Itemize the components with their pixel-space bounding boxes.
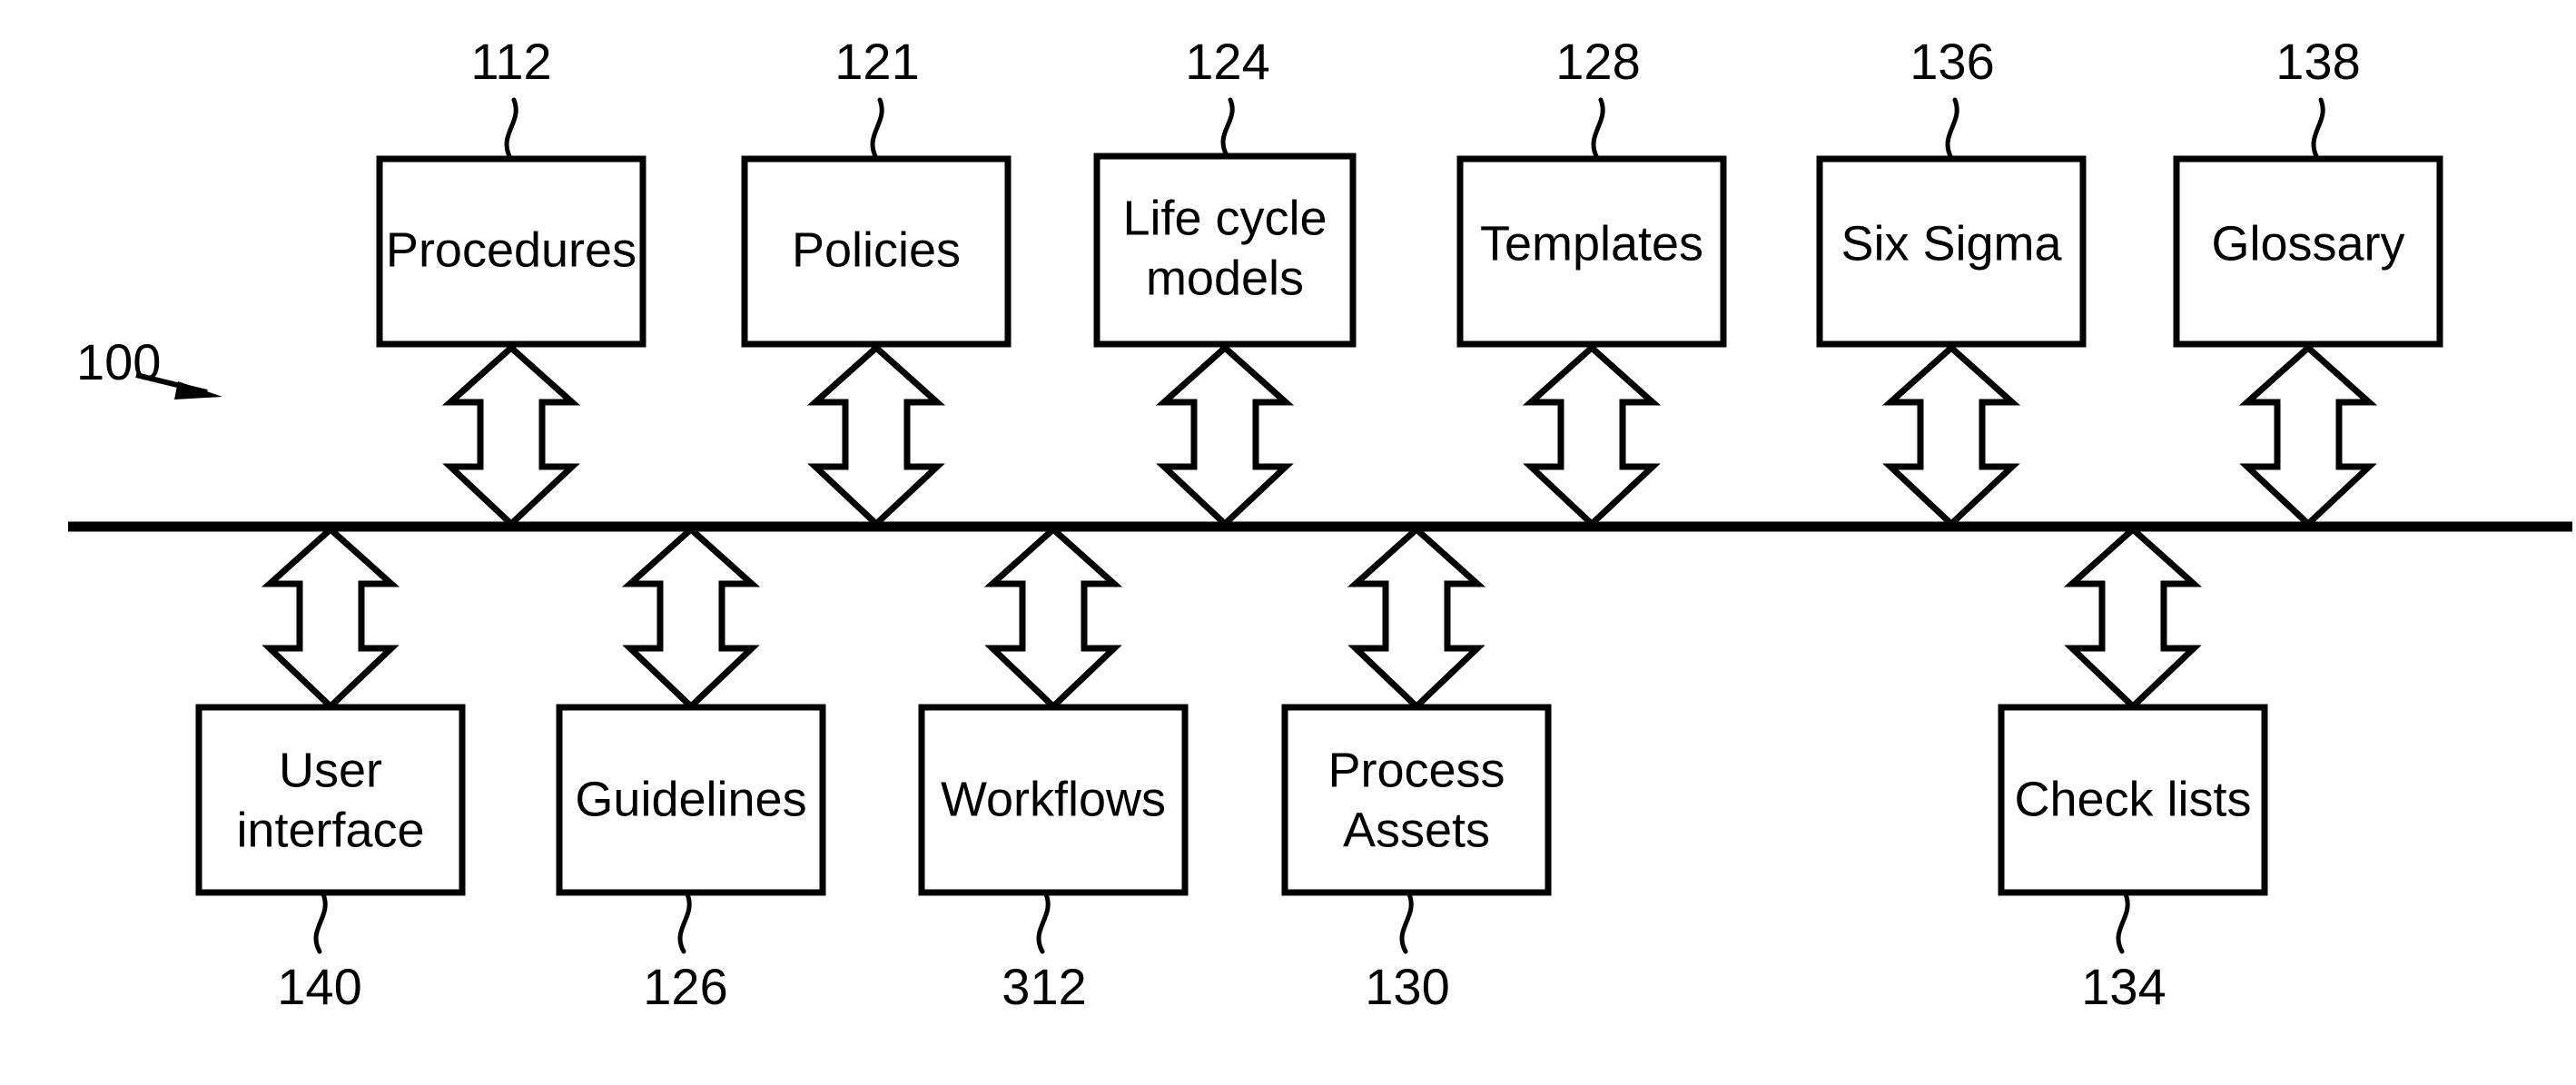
leader-line-136: [1945, 97, 1959, 161]
node-policies[interactable]: 121 Policies: [741, 33, 1012, 528]
leader-line-312: [1036, 892, 1051, 954]
leader-line-126: [677, 892, 692, 954]
node-templates[interactable]: 128 Templates: [1456, 33, 1727, 528]
box-label-six-sigma: Six Sigma: [1841, 216, 2062, 271]
node-glossary[interactable]: 138 Glossary: [2173, 33, 2443, 528]
ref-label-130: 130: [1365, 958, 1449, 1015]
figure-ref-callout: 100: [76, 333, 222, 399]
double-arrow-policies: [806, 343, 946, 528]
double-arrow-check-lists: [2063, 525, 2203, 711]
box-label-user-interface-line2: interface: [236, 803, 424, 857]
box-label-user-interface-line1: User: [279, 743, 382, 797]
double-arrow-process-assets: [1347, 525, 1486, 711]
leader-line-121: [870, 97, 884, 161]
ref-label-140: 140: [277, 958, 361, 1015]
ref-label-126: 126: [643, 958, 727, 1015]
figure-canvas: 100 112 Procedures 121 Policies 124 Life…: [0, 0, 2576, 1085]
box-label-glossary: Glossary: [2211, 216, 2404, 271]
patent-figure-svg: 100 112 Procedures 121 Policies 124 Life…: [68, 33, 2572, 1015]
node-process-assets[interactable]: Process Assets 130: [1281, 525, 1552, 1015]
ref-label-128: 128: [1555, 33, 1640, 90]
double-arrow-procedures: [441, 343, 581, 528]
box-label-policies: Policies: [792, 222, 961, 277]
double-arrow-templates: [1522, 343, 1662, 528]
double-arrow-workflows: [983, 525, 1123, 711]
node-life-cycle-models[interactable]: 124 Life cycle models: [1093, 33, 1357, 528]
leader-line-130: [1399, 892, 1414, 954]
leader-line-138: [2311, 97, 2325, 161]
node-workflows[interactable]: Workflows 312: [918, 525, 1189, 1015]
leader-line-140: [313, 892, 328, 954]
double-arrow-six-sigma: [1881, 343, 2021, 528]
double-arrow-guidelines: [621, 525, 761, 711]
node-six-sigma[interactable]: 136 Six Sigma: [1816, 33, 2087, 528]
box-label-check-lists: Check lists: [2014, 772, 2251, 826]
ref-label-124: 124: [1185, 33, 1269, 90]
ref-label-134: 134: [2081, 958, 2166, 1015]
node-check-lists[interactable]: Check lists 134: [1998, 525, 2268, 1015]
node-procedures[interactable]: 112 Procedures: [376, 33, 646, 528]
double-arrow-life-cycle-models: [1155, 343, 1295, 528]
node-guidelines[interactable]: Guidelines 126: [556, 525, 826, 1015]
leader-line-124: [1220, 97, 1235, 158]
box-label-procedures: Procedures: [386, 222, 637, 277]
box-process-assets[interactable]: [1281, 704, 1552, 896]
box-label-life-cycle-models-line2: models: [1146, 251, 1304, 305]
figure-ref-100: 100: [76, 333, 161, 390]
box-label-process-assets-line1: Process: [1327, 743, 1505, 797]
ref-label-136: 136: [1910, 33, 1994, 90]
leader-line-128: [1591, 97, 1605, 161]
box-label-workflows: Workflows: [941, 772, 1166, 826]
node-user-interface[interactable]: User interface 140: [195, 525, 466, 1015]
ref-label-121: 121: [834, 33, 919, 90]
box-label-templates: Templates: [1480, 216, 1703, 271]
ref-label-312: 312: [1002, 958, 1086, 1015]
leader-line-112: [504, 97, 518, 161]
double-arrow-user-interface: [261, 525, 400, 711]
box-label-life-cycle-models-line1: Life cycle: [1122, 191, 1327, 245]
figure-ref-pointer-head: [174, 381, 222, 399]
ref-label-138: 138: [2275, 33, 2360, 90]
box-user-interface[interactable]: [195, 704, 466, 896]
ref-label-112: 112: [470, 33, 551, 90]
box-label-process-assets-line2: Assets: [1343, 803, 1490, 857]
leader-line-134: [2116, 892, 2130, 954]
box-label-guidelines: Guidelines: [575, 772, 806, 826]
double-arrow-glossary: [2238, 343, 2378, 528]
